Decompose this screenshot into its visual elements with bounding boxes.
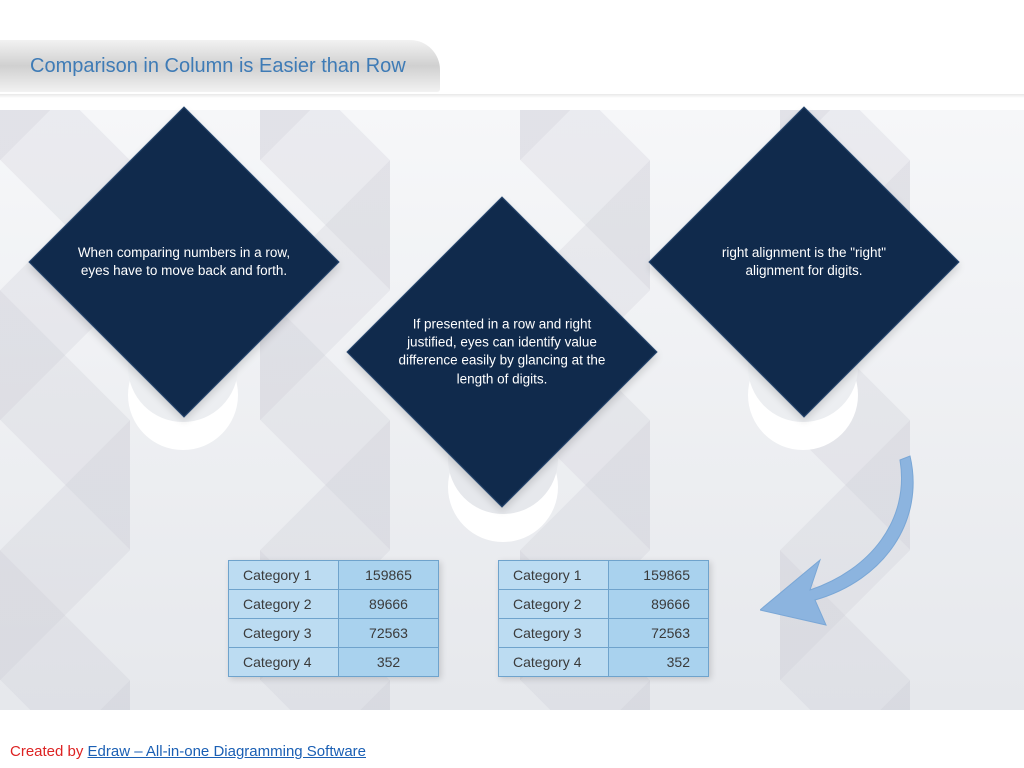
cell-value: 159865 bbox=[339, 561, 439, 590]
cell-key: Category 4 bbox=[499, 648, 609, 677]
page-title: Comparison in Column is Easier than Row bbox=[30, 55, 406, 78]
cell-value: 72563 bbox=[339, 619, 439, 648]
cell-value: 89666 bbox=[339, 590, 439, 619]
table-row: Category 1159865 bbox=[499, 561, 709, 590]
footer: Created by Edraw – All-in-one Diagrammin… bbox=[10, 743, 366, 760]
title-separator bbox=[0, 94, 1024, 98]
diamond-text-1: When comparing numbers in a row, eyes ha… bbox=[69, 238, 299, 286]
cell-key: Category 1 bbox=[229, 561, 339, 590]
diamond-text-3: right alignment is the "right" alignment… bbox=[689, 238, 919, 286]
table-row: Category 289666 bbox=[229, 590, 439, 619]
table-row: Category 372563 bbox=[229, 619, 439, 648]
curved-arrow-icon bbox=[760, 450, 920, 630]
cell-key: Category 2 bbox=[499, 590, 609, 619]
table-row: Category 4352 bbox=[229, 648, 439, 677]
cell-value: 72563 bbox=[609, 619, 709, 648]
footer-link[interactable]: Edraw – All-in-one Diagramming Software bbox=[88, 743, 366, 760]
diamond-text-2: If presented in a row and right justifie… bbox=[387, 310, 617, 395]
cell-value: 89666 bbox=[609, 590, 709, 619]
table-row: Category 4352 bbox=[499, 648, 709, 677]
cell-key: Category 1 bbox=[499, 561, 609, 590]
cell-key: Category 3 bbox=[499, 619, 609, 648]
cell-key: Category 4 bbox=[229, 648, 339, 677]
table-row: Category 372563 bbox=[499, 619, 709, 648]
cell-value: 352 bbox=[339, 648, 439, 677]
data-table-centered: Category 1159865 Category 289666 Categor… bbox=[228, 560, 439, 677]
data-table-right-aligned: Category 1159865 Category 289666 Categor… bbox=[498, 560, 709, 677]
cell-value: 352 bbox=[609, 648, 709, 677]
title-bar: Comparison in Column is Easier than Row bbox=[0, 40, 440, 92]
table-row: Category 1159865 bbox=[229, 561, 439, 590]
footer-prefix: Created by bbox=[10, 743, 88, 760]
cell-key: Category 3 bbox=[229, 619, 339, 648]
cell-key: Category 2 bbox=[229, 590, 339, 619]
table-row: Category 289666 bbox=[499, 590, 709, 619]
cell-value: 159865 bbox=[609, 561, 709, 590]
